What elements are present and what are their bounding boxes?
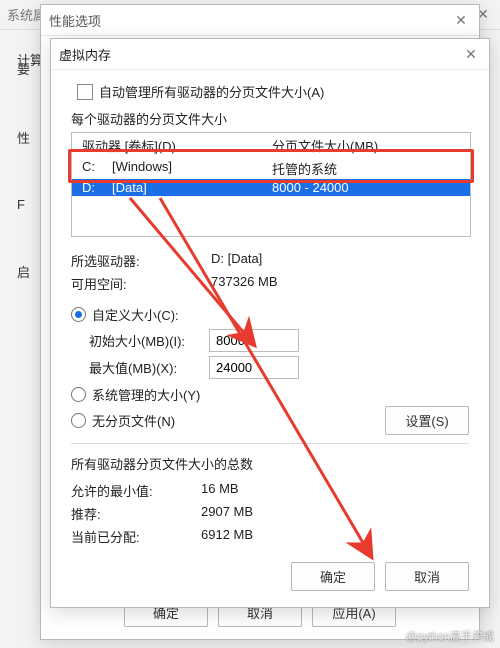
no-paging-label: 无分页文件(N): [92, 411, 175, 430]
drive-list[interactable]: C: [Windows] 托管的系统 D: [Data] 8000 - 2400…: [72, 158, 470, 236]
max-size-row: 最大值(MB)(X):: [89, 356, 469, 379]
current-value: 6912 MB: [201, 527, 469, 546]
recommended-value: 2907 MB: [201, 504, 469, 523]
close-icon[interactable]: ✕: [461, 46, 481, 63]
min-allowed-label: 允许的最小值:: [71, 481, 201, 500]
performance-options-titlebar: 性能选项 ✕: [41, 5, 479, 36]
max-size-label: 最大值(MB)(X):: [89, 358, 209, 377]
header-size: 分页文件大小(MB): [272, 136, 464, 155]
available-space-label: 可用空间:: [71, 274, 211, 293]
ok-button[interactable]: 确定: [291, 562, 375, 591]
custom-size-label: 自定义大小(C):: [92, 305, 179, 324]
radio-icon[interactable]: [71, 307, 86, 322]
virtual-memory-dialog: 虚拟内存 ✕ 自动管理所有驱动器的分页文件大小(A) 每个驱动器的分页文件大小 …: [50, 38, 490, 608]
virtual-memory-body: 自动管理所有驱动器的分页文件大小(A) 每个驱动器的分页文件大小 驱动器 [卷标…: [51, 70, 489, 603]
stub-text: 性: [17, 128, 39, 147]
radio-icon[interactable]: [71, 413, 86, 428]
custom-size-radio[interactable]: 自定义大小(C):: [71, 303, 469, 325]
min-allowed-value: 16 MB: [201, 481, 469, 500]
totals-title: 所有驱动器分页文件大小的总数: [71, 454, 469, 473]
divider: [71, 443, 469, 444]
virtual-memory-dialog-buttons: 确定 取消: [71, 562, 469, 591]
recommended-label: 推荐:: [71, 504, 201, 523]
performance-options-title: 性能选项: [49, 11, 451, 30]
drive-table: 驱动器 [卷标](D) 分页文件大小(MB) C: [Windows] 托管的系…: [71, 132, 471, 237]
initial-size-label: 初始大小(MB)(I):: [89, 331, 209, 350]
initial-size-row: 初始大小(MB)(I):: [89, 329, 469, 352]
available-space-value: 737326 MB: [211, 274, 469, 293]
drive-size: 8000 - 24000: [272, 180, 464, 195]
virtual-memory-title: 虚拟内存: [59, 45, 461, 64]
checkbox-icon[interactable]: [77, 84, 93, 100]
virtual-memory-titlebar: 虚拟内存 ✕: [51, 39, 489, 70]
selected-drive-value: D: [Data]: [211, 251, 469, 270]
selected-drive-info: 所选驱动器: D: [Data] 可用空间: 737326 MB: [71, 251, 469, 293]
header-drive: 驱动器 [卷标](D): [82, 136, 272, 155]
cancel-button[interactable]: 取消: [385, 562, 469, 591]
drive-row-d[interactable]: D: [Data] 8000 - 24000: [72, 179, 470, 196]
auto-manage-label: 自动管理所有驱动器的分页文件大小(A): [99, 82, 324, 101]
drive-table-header: 驱动器 [卷标](D) 分页文件大小(MB): [72, 133, 470, 158]
totals-grid: 允许的最小值: 16 MB 推荐: 2907 MB 当前已分配: 6912 MB: [71, 481, 469, 546]
close-icon[interactable]: ✕: [451, 12, 471, 29]
selected-drive-label: 所选驱动器:: [71, 251, 211, 270]
left-stub: 要 性 F 启: [17, 59, 39, 331]
no-paging-radio[interactable]: 无分页文件(N) 设置(S): [71, 409, 469, 431]
initial-size-input[interactable]: [209, 329, 299, 352]
drive-row-c[interactable]: C: [Windows] 托管的系统: [72, 158, 470, 179]
system-managed-label: 系统管理的大小(Y): [92, 385, 200, 404]
each-drive-label: 每个驱动器的分页文件大小: [71, 109, 469, 128]
auto-manage-checkbox-row[interactable]: 自动管理所有驱动器的分页文件大小(A): [77, 82, 469, 101]
drive-size: 托管的系统: [272, 159, 464, 178]
stub-text: F: [17, 197, 39, 212]
drive-label: [Windows]: [112, 159, 272, 178]
stub-text: 启: [17, 262, 39, 281]
max-size-input[interactable]: [209, 356, 299, 379]
system-managed-radio[interactable]: 系统管理的大小(Y): [71, 383, 469, 405]
radio-icon[interactable]: [71, 387, 86, 402]
drive-label: [Data]: [112, 180, 272, 195]
current-label: 当前已分配:: [71, 527, 201, 546]
set-button[interactable]: 设置(S): [385, 406, 469, 435]
watermark: @python高手养成: [406, 628, 494, 644]
drive-letter: C:: [82, 159, 112, 178]
stub-text: 要: [17, 59, 39, 78]
drive-letter: D:: [82, 180, 112, 195]
